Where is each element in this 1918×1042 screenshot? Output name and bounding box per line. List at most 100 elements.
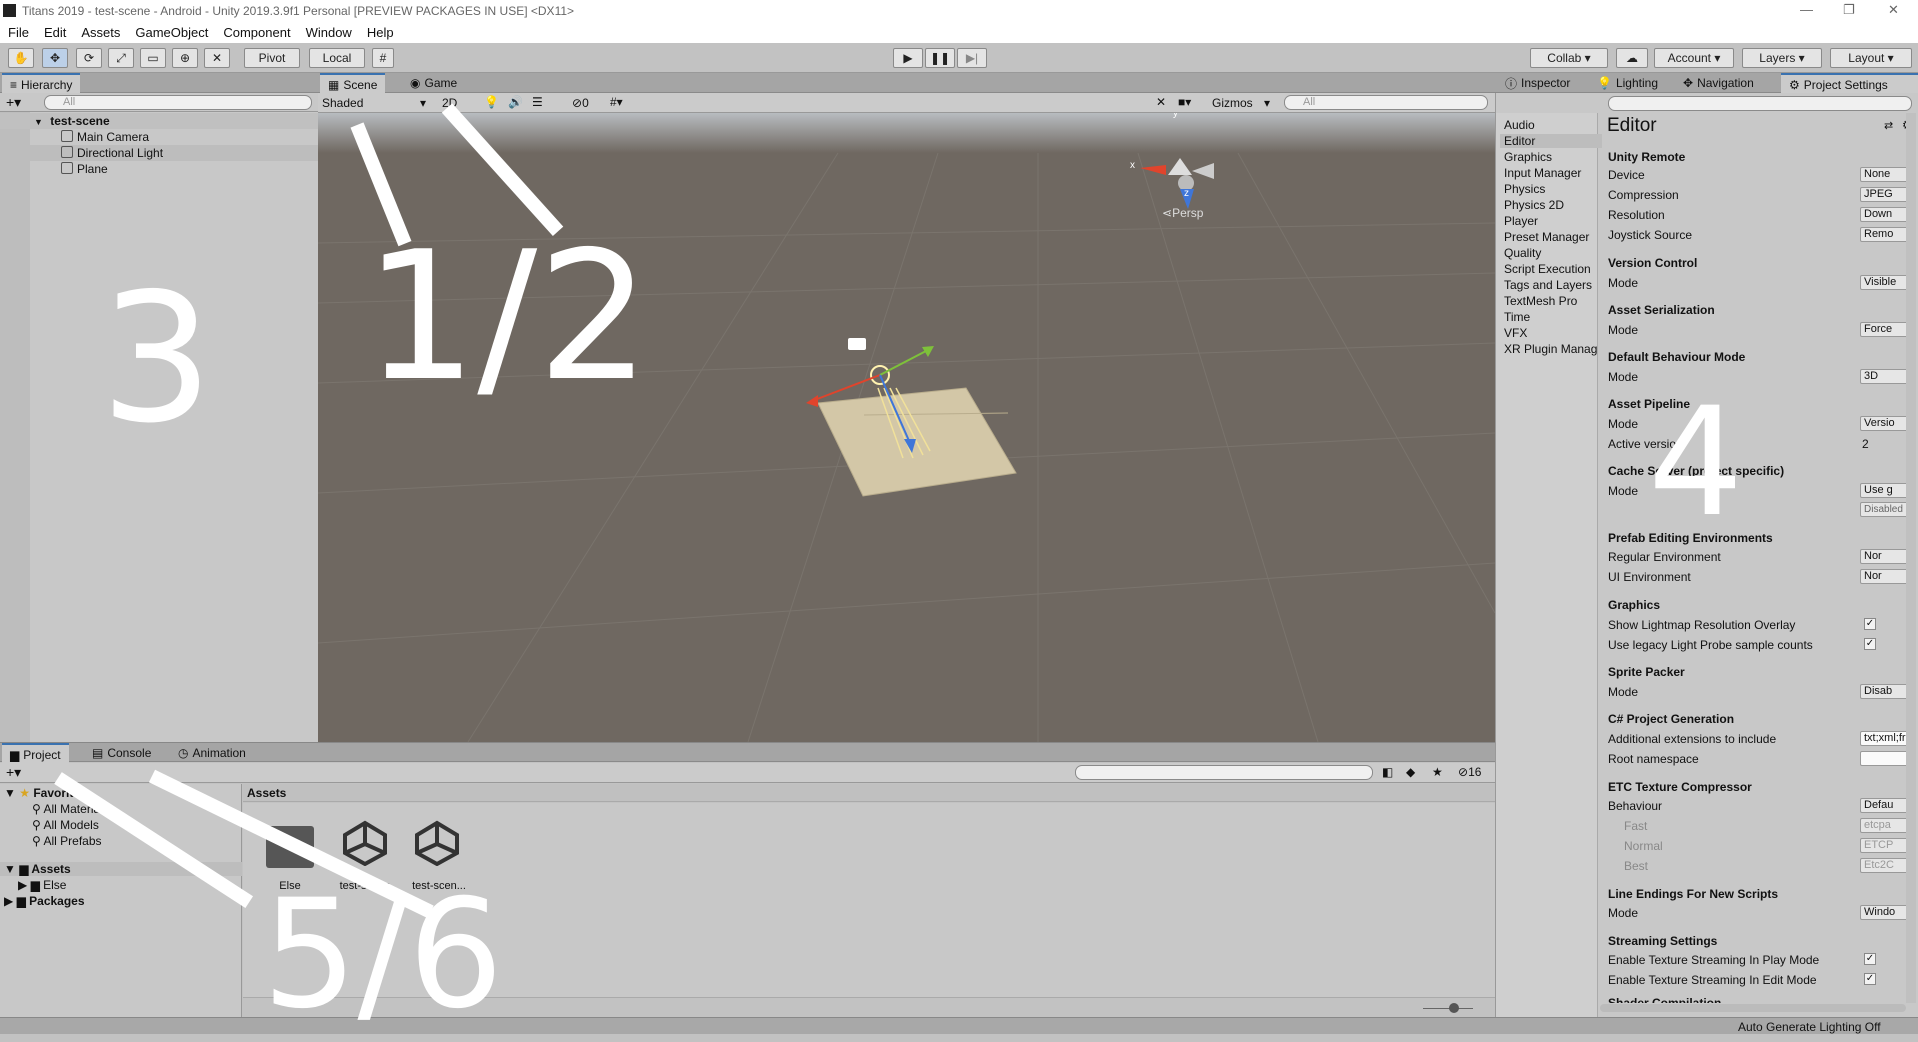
- hierarchy-item[interactable]: Main Camera: [0, 129, 318, 145]
- hierarchy-item[interactable]: Plane: [0, 161, 318, 177]
- rect-tool-button[interactable]: ▭: [140, 48, 166, 68]
- category-physics[interactable]: Physics: [1504, 182, 1545, 196]
- tab-hierarchy[interactable]: ≡ Hierarchy: [2, 73, 81, 94]
- layers-dropdown[interactable]: Layers ▾: [1742, 48, 1822, 68]
- joystick-dropdown[interactable]: Remo: [1860, 227, 1908, 242]
- camera-icon[interactable]: [848, 338, 866, 350]
- as-mode-dropdown[interactable]: Force: [1860, 322, 1908, 337]
- collab-button[interactable]: Collab ▾: [1530, 48, 1608, 68]
- scene-search-input[interactable]: All: [1284, 95, 1488, 110]
- stream-edit-checkbox[interactable]: ✓: [1864, 973, 1876, 985]
- audio-toggle-icon[interactable]: 🔊: [508, 95, 523, 109]
- project-search-input[interactable]: [1075, 765, 1373, 780]
- hidden-objects-count[interactable]: ⊘0: [572, 96, 589, 110]
- category-physics-2d[interactable]: Physics 2D: [1504, 198, 1564, 212]
- tab-scene[interactable]: ▦ Scene: [320, 73, 386, 94]
- menu-edit[interactable]: Edit: [44, 25, 66, 40]
- menu-file[interactable]: File: [8, 25, 29, 40]
- menu-assets[interactable]: Assets: [81, 25, 120, 40]
- category-tags-and-layers[interactable]: Tags and Layers: [1504, 278, 1592, 292]
- category-xr-plugin[interactable]: XR Plugin Manag: [1504, 342, 1598, 356]
- assets-child[interactable]: ▶ ▆ Else: [18, 878, 66, 892]
- category-textmesh-pro[interactable]: TextMesh Pro: [1504, 294, 1577, 308]
- pause-button[interactable]: ❚❚: [925, 48, 955, 68]
- grid-toggle-icon[interactable]: #▾: [610, 95, 623, 109]
- grid-snap-button[interactable]: #: [372, 48, 394, 68]
- hand-tool-button[interactable]: ✋: [8, 48, 34, 68]
- create-dropdown[interactable]: +▾: [6, 94, 21, 111]
- play-button[interactable]: ▶: [893, 48, 923, 68]
- tab-console[interactable]: ▤ Console: [84, 743, 159, 763]
- hierarchy-item[interactable]: Directional Light: [0, 145, 318, 161]
- filter-type-icon[interactable]: ◧: [1382, 765, 1393, 779]
- hierarchy-search-input[interactable]: All: [44, 95, 312, 110]
- hidden-packages-count[interactable]: ⊘16: [1458, 765, 1481, 779]
- scale-tool-button[interactable]: ⤢: [108, 48, 134, 68]
- category-editor[interactable]: Editor: [1500, 134, 1602, 148]
- preset-icon[interactable]: ⇄: [1884, 119, 1893, 132]
- category-player[interactable]: Player: [1504, 214, 1538, 228]
- zoom-slider-thumb[interactable]: [1449, 1003, 1459, 1013]
- category-vfx[interactable]: VFX: [1504, 326, 1527, 340]
- transform-tool-button[interactable]: ⊕: [172, 48, 198, 68]
- unity-scene-icon[interactable]: [414, 820, 460, 866]
- category-graphics[interactable]: Graphics: [1504, 150, 1552, 164]
- normal-dropdown[interactable]: ETCP: [1860, 838, 1908, 853]
- category-script-execution[interactable]: Script Execution: [1504, 262, 1591, 276]
- fav-item[interactable]: ⚲ All Models: [32, 818, 99, 832]
- custom-tool-button[interactable]: ✕: [204, 48, 230, 68]
- close-button[interactable]: ✕: [1888, 2, 1899, 18]
- db-mode-dropdown[interactable]: 3D: [1860, 369, 1908, 384]
- ui-env-field[interactable]: Nor: [1860, 569, 1908, 584]
- label-icon[interactable]: ◆: [1406, 765, 1415, 779]
- root-ns-input[interactable]: [1860, 751, 1908, 766]
- effects-toggle-icon[interactable]: ☰: [532, 95, 543, 109]
- persp-label[interactable]: ⋖Persp: [1162, 206, 1203, 220]
- compression-dropdown[interactable]: JPEG: [1860, 187, 1908, 202]
- category-quality[interactable]: Quality: [1504, 246, 1541, 260]
- ap-mode-dropdown[interactable]: Versio: [1860, 416, 1908, 431]
- orientation-gizmo[interactable]: [1140, 158, 1214, 209]
- fast-dropdown[interactable]: etcpa: [1860, 818, 1908, 833]
- menu-window[interactable]: Window: [306, 25, 352, 40]
- packages-node[interactable]: ▶ ▆ Packages: [4, 894, 85, 908]
- best-dropdown[interactable]: Etc2C: [1860, 858, 1908, 873]
- tab-game[interactable]: ◉ Game: [402, 73, 465, 93]
- tab-project-settings[interactable]: ⚙ Project Settings: [1781, 73, 1918, 94]
- menu-component[interactable]: Component: [223, 25, 290, 40]
- tab-inspector[interactable]: ⓘ Inspector: [1497, 73, 1578, 93]
- star-icon[interactable]: ★: [1432, 765, 1443, 779]
- breadcrumb[interactable]: Assets: [243, 784, 1495, 802]
- minimize-button[interactable]: —: [1800, 2, 1813, 17]
- lighting-status[interactable]: Auto Generate Lighting Off: [1738, 1020, 1881, 1034]
- unity-scene-icon[interactable]: [342, 820, 388, 866]
- step-button[interactable]: ▶|: [957, 48, 987, 68]
- vertical-scrollbar[interactable]: [1906, 113, 1916, 1003]
- fav-item[interactable]: ⚲ All Prefabs: [32, 834, 102, 848]
- category-preset-manager[interactable]: Preset Manager: [1504, 230, 1589, 244]
- lighting-toggle-icon[interactable]: 💡: [484, 95, 499, 109]
- scene-viewport[interactable]: y x z ⋖Persp: [318, 113, 1495, 742]
- le-mode-dropdown[interactable]: Windo: [1860, 905, 1908, 920]
- settings-search-input[interactable]: [1608, 96, 1912, 111]
- stream-play-checkbox[interactable]: ✓: [1864, 953, 1876, 965]
- zoom-slider-track[interactable]: [1423, 1008, 1473, 1009]
- cloud-button[interactable]: ☁: [1616, 48, 1648, 68]
- category-time[interactable]: Time: [1504, 310, 1530, 324]
- tab-navigation[interactable]: ✥ Navigation: [1675, 73, 1762, 93]
- scene-root[interactable]: ▼ test-scene: [0, 113, 318, 129]
- sp-mode-dropdown[interactable]: Disab: [1860, 684, 1908, 699]
- behaviour-dropdown[interactable]: Defau: [1860, 798, 1908, 813]
- move-tool-button[interactable]: ✥: [42, 48, 68, 68]
- maximize-button[interactable]: ❐: [1843, 2, 1855, 18]
- additional-ext-input[interactable]: txt;xml;fr: [1860, 731, 1908, 746]
- cs-mode-dropdown[interactable]: Use g: [1860, 483, 1908, 498]
- resolution-dropdown[interactable]: Down: [1860, 207, 1908, 222]
- device-dropdown[interactable]: None: [1860, 167, 1908, 182]
- x-handle[interactable]: [811, 374, 881, 402]
- scene-tools-icon[interactable]: ✕: [1156, 95, 1166, 109]
- pivot-toggle[interactable]: Pivot: [244, 48, 300, 68]
- menu-help[interactable]: Help: [367, 25, 394, 40]
- vc-mode-dropdown[interactable]: Visible: [1860, 275, 1908, 290]
- tab-lighting[interactable]: 💡 Lighting: [1589, 73, 1666, 93]
